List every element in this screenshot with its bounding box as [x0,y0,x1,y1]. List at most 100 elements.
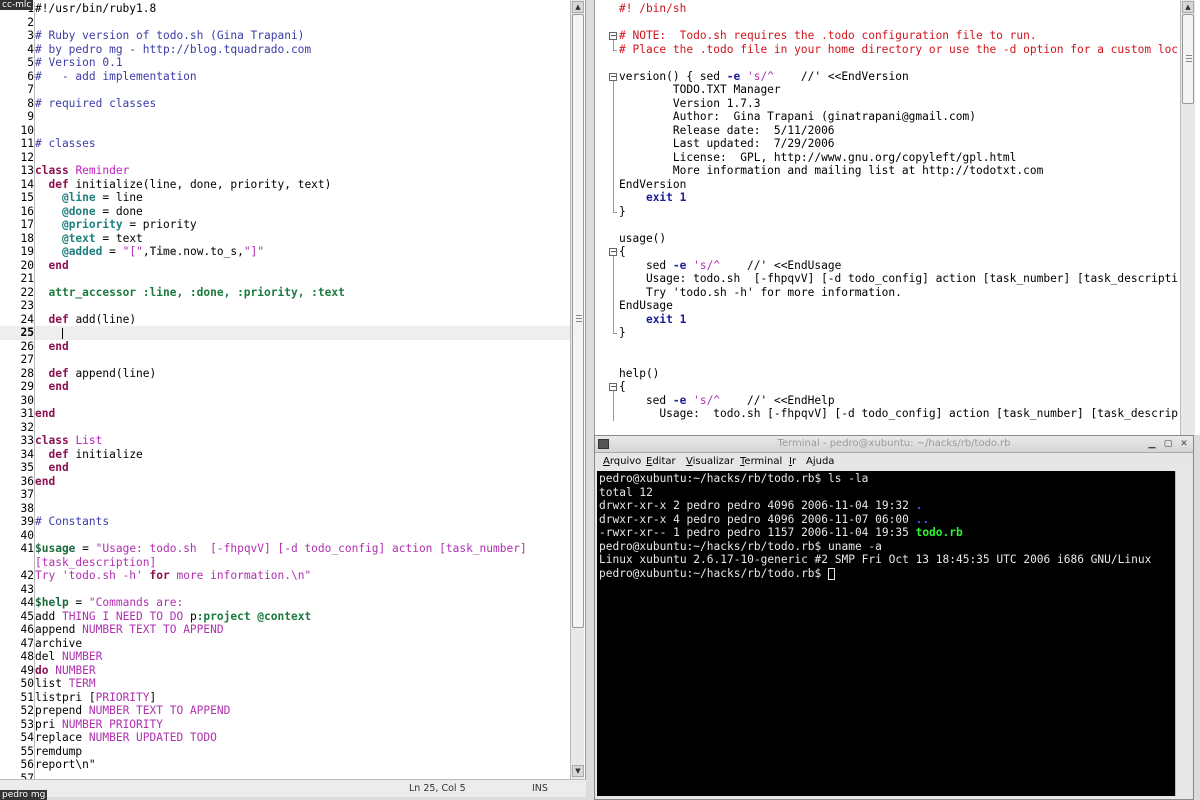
shell-code-line[interactable]: exit 1 [595,312,1180,326]
code-line[interactable]: 39 # Constants [0,515,570,529]
terminal-titlebar[interactable]: Terminal - pedro@xubuntu: ~/hacks/rb/tod… [595,436,1193,453]
shell-code-line[interactable]: Usage: todo.sh [-fhpqvV] [-d todo_config… [595,272,1180,286]
code-line[interactable]: 6 # - add implementation [0,69,570,83]
shell-code-line[interactable]: # Place the .todo file in your home dire… [595,42,1180,57]
code-line[interactable]: 18 @text = text [0,231,570,245]
shell-code-line[interactable]: −{ [595,245,1180,259]
menu-ajuda[interactable]: Ajuda [806,456,834,467]
code-line[interactable]: 57 [0,771,570,779]
code-line[interactable]: 16 @done = done [0,204,570,218]
shell-code-line[interactable]: −{ [595,380,1180,394]
scrollbar-thumb[interactable] [1182,14,1194,104]
code-line[interactable]: 12 [0,150,570,164]
menu-arquivo[interactable]: Arquivo [603,456,641,467]
code-line[interactable]: 31 end [0,407,570,421]
code-line[interactable]: 24 def add(line) [0,312,570,326]
code-line[interactable]: 43 [0,582,570,596]
code-line[interactable]: 37 [0,488,570,502]
shell-editor-scrollbar[interactable]: ▲ [1180,0,1195,435]
shell-code-line[interactable] [595,16,1180,30]
scrollbar-thumb[interactable] [572,14,584,628]
scroll-up-arrow-icon[interactable]: ▲ [572,1,584,13]
code-line[interactable]: 29 end [0,380,570,394]
shell-code-line[interactable]: usage() [595,232,1180,246]
ruby-code-area[interactable]: 1#!/usr/bin/ruby1.823# Ruby version of t… [0,0,570,779]
code-line[interactable]: 30 [0,393,570,407]
code-line[interactable]: 4 # by pedro mg - http://blog.tquadrado.c… [0,42,570,56]
code-line[interactable]: 21 [0,272,570,286]
code-line[interactable]: 41 $usage = "Usage: todo.sh [-fhpqvV] [-d… [0,542,570,556]
shell-code-line[interactable]: #! /bin/sh [595,2,1180,16]
shell-code-line[interactable]: help() [595,367,1180,381]
shell-code-line[interactable]: Last updated: 7/29/2006 [595,137,1180,151]
shell-code-line[interactable]: sed -e 's/^ //' <<EndHelp [595,393,1180,407]
code-line[interactable]: 32 [0,420,570,434]
code-line[interactable]: 49 do NUMBER [0,663,570,677]
menu-visualizar[interactable]: Visualizar [686,456,734,467]
menu-editar[interactable]: Editar [646,456,676,467]
code-line[interactable]: 33 class List [0,434,570,448]
code-line[interactable]: 50 list TERM [0,677,570,691]
code-line[interactable]: 53 pri NUMBER PRIORITY [0,717,570,731]
menu-ir[interactable]: Ir [789,456,796,467]
shell-code-line[interactable]: Release date: 5/11/2006 [595,123,1180,137]
shell-code-line[interactable] [595,353,1180,367]
code-line[interactable]: 17 @priority = priority [0,218,570,232]
ruby-editor-window[interactable]: 1#!/usr/bin/ruby1.823# Ruby version of t… [0,0,586,797]
code-line[interactable]: 55 remdump [0,744,570,758]
shell-code-line[interactable]: } [595,204,1180,219]
code-line[interactable]: 26 end [0,339,570,353]
code-line[interactable]: 2 [0,15,570,29]
code-line[interactable]: 19 @added = "[",Time.now.to_s,"]" [0,245,570,259]
shell-code-line[interactable]: More information and mailing list at htt… [595,164,1180,178]
code-line[interactable]: 40 [0,528,570,542]
shell-code-area[interactable]: #! /bin/sh − # NOTE: Todo.sh requires the … [595,0,1180,435]
code-line[interactable]: 48 del NUMBER [0,650,570,664]
shell-code-line[interactable]: − # NOTE: Todo.sh requires the .todo conf… [595,29,1180,43]
shell-code-line[interactable]: EndUsage [595,299,1180,313]
shell-code-line[interactable] [595,340,1180,354]
code-line[interactable]: 8 # required classes [0,96,570,110]
shell-code-line[interactable]: Usage: todo.sh [-fhpqvV] [-d todo_config… [595,407,1180,421]
shell-code-line[interactable]: − version() { sed -e 's/^ //' <<EndVersio… [595,70,1180,84]
shell-editor-window[interactable]: #! /bin/sh − # NOTE: Todo.sh requires the … [594,0,1200,435]
code-line[interactable]: 20 end [0,258,570,272]
code-line[interactable]: 10 [0,123,570,137]
scroll-up-arrow-icon[interactable]: ▲ [1182,1,1194,13]
terminal-scrollbar[interactable] [1175,471,1191,796]
code-line[interactable]: 47 archive [0,636,570,650]
code-line[interactable]: 7 [0,83,570,97]
code-line[interactable]: 56 report\n" [0,758,570,772]
code-line[interactable]: 11 # classes [0,137,570,151]
code-line[interactable]: 25 [0,326,570,340]
minimize-icon[interactable]: ▁ [1147,439,1157,449]
code-line[interactable]: 36 end [0,474,570,488]
code-line[interactable]: 14 def initialize(line, done, priority, … [0,177,570,191]
shell-code-line[interactable]: TODO.TXT Manager [595,83,1180,97]
code-line[interactable]: 52 prepend NUMBER TEXT TO APPEND [0,704,570,718]
shell-code-line[interactable]: Version 1.7.3 [595,96,1180,110]
shell-code-line[interactable]: Try 'todo.sh -h' for more information. [595,285,1180,299]
code-line[interactable]: 23 [0,299,570,313]
fold-toggle-icon[interactable]: − [609,32,617,40]
code-line[interactable]: 13 class Reminder [0,164,570,178]
terminal-screen[interactable]: pedro@xubuntu:~/hacks/rb/todo.rb$ ls -la… [597,471,1175,796]
code-line[interactable]: 27 [0,353,570,367]
menu-terminal[interactable]: Terminal [740,456,782,467]
shell-code-line[interactable]: sed -e 's/^ //' <<EndUsage [595,258,1180,272]
code-line[interactable]: 38 [0,501,570,515]
scroll-down-arrow-icon[interactable]: ▼ [572,765,584,777]
code-line[interactable]: 34 def initialize [0,447,570,461]
editor-scrollbar[interactable]: ▲ ▼ [570,0,584,779]
shell-code-line[interactable] [595,56,1180,70]
shell-code-line[interactable]: EndVersion [595,177,1180,191]
code-line[interactable]: 54 replace NUMBER UPDATED TODO [0,731,570,745]
code-line[interactable]: 45 add THING I NEED TO DO p:project @cont… [0,609,570,623]
terminal-window[interactable]: Terminal - pedro@xubuntu: ~/hacks/rb/tod… [594,435,1194,800]
code-line[interactable]: 35 end [0,461,570,475]
code-line[interactable]: 9 [0,110,570,124]
code-line[interactable]: 5 # Version 0.1 [0,56,570,70]
code-line[interactable]: 3 # Ruby version of todo.sh (Gina Trapani… [0,29,570,43]
code-line[interactable]: 28 def append(line) [0,366,570,380]
code-line[interactable]: 1#!/usr/bin/ruby1.8 [0,2,570,16]
